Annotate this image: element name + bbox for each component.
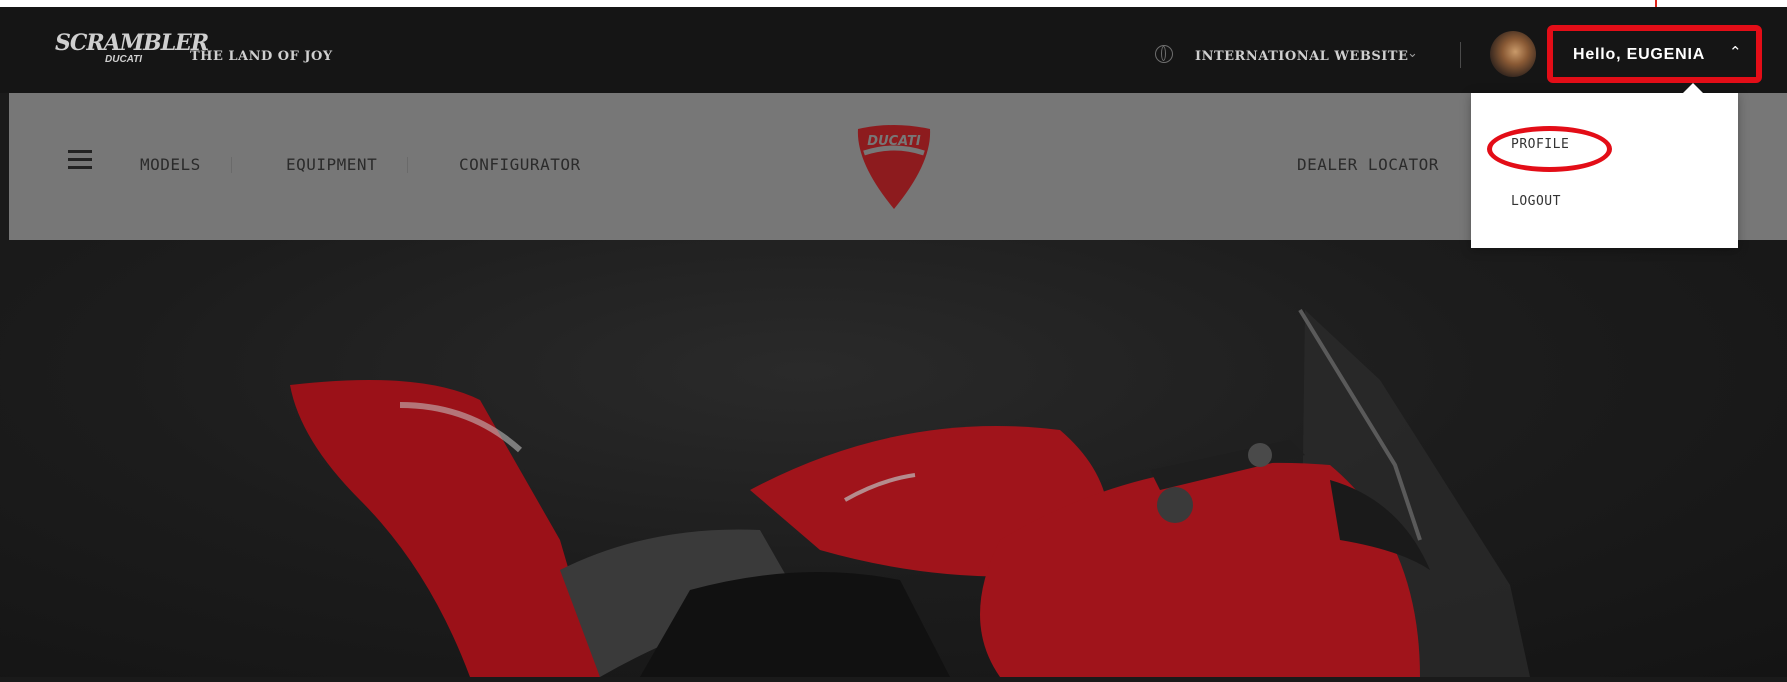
user-greeting: Hello, EUGENIA xyxy=(1573,46,1706,63)
tagline: THE LAND OF JOY xyxy=(190,49,333,64)
nav-models[interactable]: MODELS xyxy=(140,155,201,174)
chevron-down-icon[interactable]: ⌄ xyxy=(1407,45,1418,61)
annotation-mark xyxy=(1655,0,1657,7)
nav-configurator[interactable]: CONFIGURATOR xyxy=(459,155,581,174)
user-dropdown-menu: PROFILE LOGOUT xyxy=(1471,83,1738,248)
hamburger-icon[interactable] xyxy=(68,158,92,161)
hero-banner xyxy=(0,240,1787,677)
top-strip xyxy=(0,0,1787,7)
scrambler-logo[interactable]: SCRAMBLER xyxy=(55,32,209,54)
user-menu-button[interactable]: Hello, EUGENIA ⌃ xyxy=(1547,25,1762,83)
menu-item-profile[interactable]: PROFILE xyxy=(1511,137,1569,152)
nav-separator xyxy=(407,157,408,173)
top-bar: SCRAMBLER DUCATI THE LAND OF JOY INTERNA… xyxy=(0,7,1787,93)
menu-item-logout[interactable]: LOGOUT xyxy=(1511,194,1561,209)
scrambler-logo-sub: DUCATI xyxy=(105,54,143,65)
divider xyxy=(1460,42,1461,68)
globe-icon xyxy=(1155,45,1173,63)
motorcycle-image xyxy=(290,308,1530,677)
nav-separator xyxy=(231,157,232,173)
avatar[interactable] xyxy=(1490,31,1536,77)
ducati-logo-text: DUCATI xyxy=(867,134,921,149)
nav-dealer-locator[interactable]: DEALER LOCATOR xyxy=(1297,155,1439,174)
international-website-link[interactable]: INTERNATIONAL WEBSITE xyxy=(1195,49,1408,64)
ducati-logo[interactable]: DUCATI xyxy=(854,123,934,218)
chevron-up-icon: ⌃ xyxy=(1729,44,1742,61)
nav-equipment[interactable]: EQUIPMENT xyxy=(286,155,377,174)
